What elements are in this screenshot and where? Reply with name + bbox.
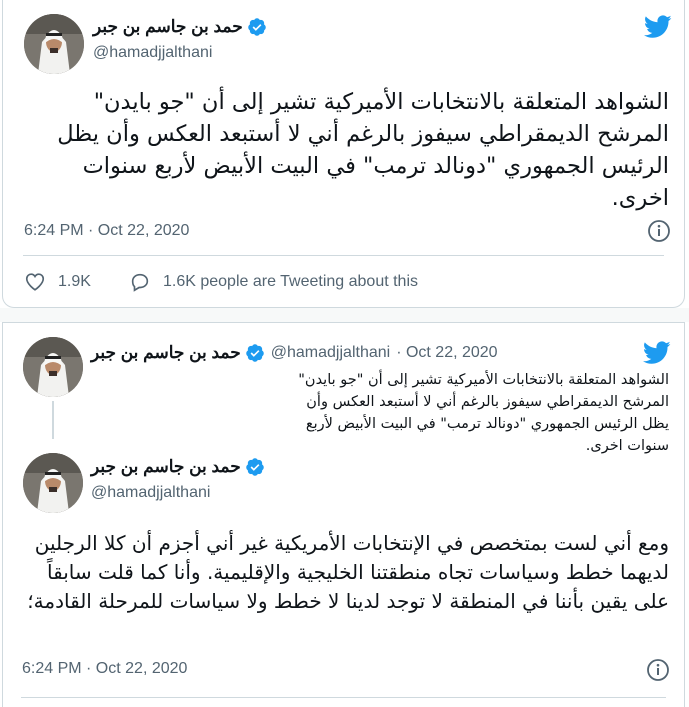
avatar-image [23,337,83,397]
parent-tweet-header: حمد بن جاسم بن جبر @hamadjjalthani · Oct… [91,343,498,363]
avatar[interactable] [23,453,83,513]
reply-action[interactable]: 1.6K people are Tweeting about this [129,271,418,293]
avatar[interactable] [24,14,84,74]
avatar-image [24,14,84,74]
tweet-text: ومع أني لست بمتخصص في الإنتخابات الأمريك… [27,531,669,613]
divider [23,255,664,256]
parent-tweet-text: الشواهد المتعلقة بالانتخابات الأميركية ت… [298,372,669,454]
info-icon[interactable] [646,658,670,682]
display-name[interactable]: حمد بن جاسم بن جبر [91,343,241,363]
heart-icon [25,273,45,291]
timestamp[interactable]: 6:24 PM · Oct 22, 2020 [24,222,189,240]
handle[interactable]: @hamadjjalthani [93,44,212,62]
tweeting-about-text: 1.6K people are Tweeting about this [163,273,418,290]
timestamp[interactable]: 6:24 PM · Oct 22, 2020 [22,660,187,678]
handle[interactable]: @hamadjjalthani [271,344,390,362]
divider [21,697,666,698]
name-row: حمد بن جاسم بن جبر [91,457,265,477]
verified-badge-icon [246,344,264,362]
display-name[interactable]: حمد بن جاسم بن جبر [91,457,241,477]
tweet-card-2[interactable]: حمد بن جاسم بن جبر @hamadjjalthani · Oct… [2,322,685,707]
handle[interactable]: @hamadjjalthani [91,484,210,502]
speech-bubble-icon [131,273,149,292]
verified-badge-icon [246,458,264,476]
card-separator [0,308,689,322]
post-date[interactable]: · Oct 22, 2020 [396,344,497,362]
thread-line [52,401,54,439]
tweet-text: الشواهد المتعلقة بالانتخابات الأميركية ت… [57,89,669,211]
display-name[interactable]: حمد بن جاسم بن جبر [93,17,243,37]
verified-badge-icon [248,18,266,36]
twitter-bird-icon[interactable] [643,341,671,365]
tweet-card-1[interactable]: حمد بن جاسم بن جبر @hamadjjalthani الشوا… [2,0,685,308]
avatar[interactable] [23,337,83,397]
like-count: 1.9K [58,273,91,290]
info-icon[interactable] [647,219,671,243]
avatar-image [23,453,83,513]
like-action[interactable]: 1.9K [24,271,91,293]
name-row: حمد بن جاسم بن جبر [93,17,267,37]
twitter-bird-icon[interactable] [644,15,672,39]
